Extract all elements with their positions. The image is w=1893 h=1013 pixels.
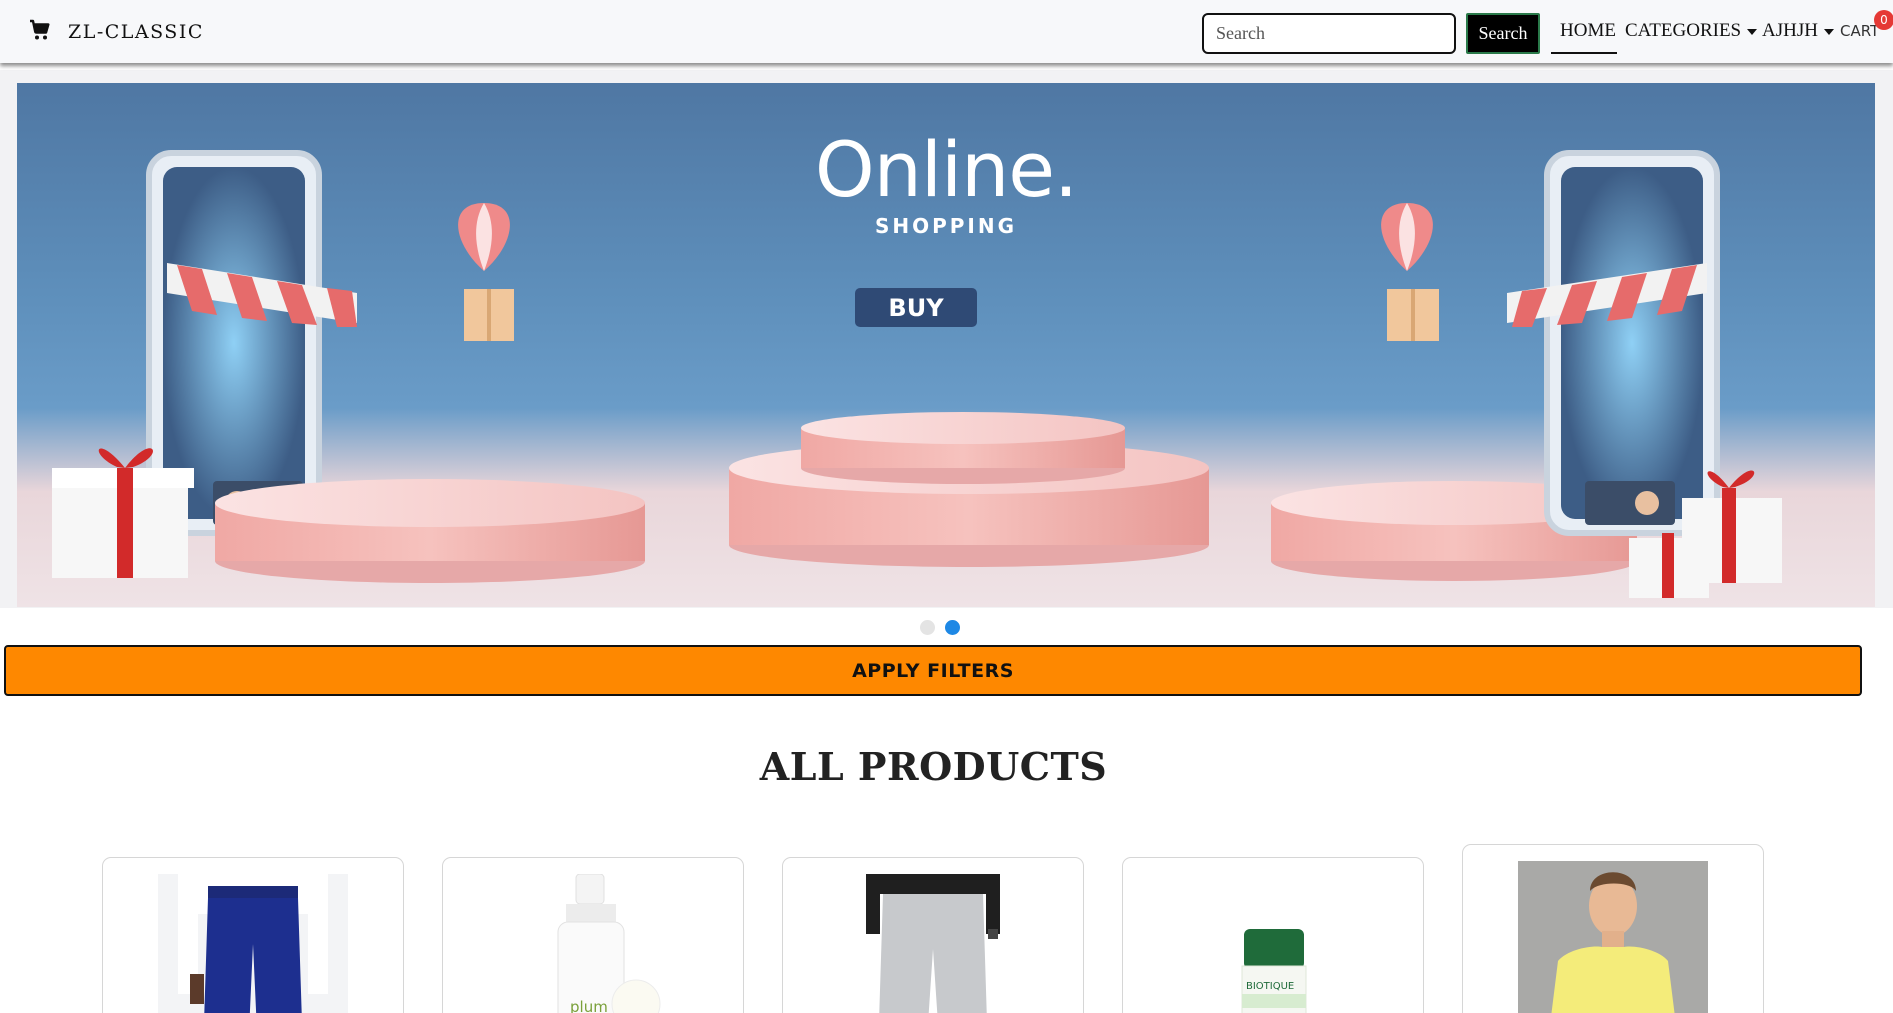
nav-categories-label: CATEGORIES	[1625, 20, 1742, 41]
podiums	[215, 412, 1637, 583]
product-image-green-bottle: BIOTIQUE GREEN APPLE	[1178, 874, 1368, 1013]
product-image-blue-trousers	[158, 874, 348, 1013]
cart-count-badge: 0	[1874, 10, 1893, 30]
nav-cart-link[interactable]: CART	[1840, 22, 1879, 40]
banner-subtitle: SHOPPING	[874, 214, 1018, 238]
banner-title: Online.	[814, 125, 1078, 214]
apply-filters-button[interactable]: APPLY FILTERS	[4, 645, 1862, 696]
nav-home[interactable]: HOME	[1560, 20, 1616, 42]
carousel-indicators	[920, 620, 960, 635]
svg-text:plum: plum	[570, 998, 608, 1013]
brand-name: ZL-CLASSIC	[68, 21, 204, 43]
search-input[interactable]	[1202, 13, 1456, 54]
nav-user-dropdown[interactable]: AJHJH	[1762, 20, 1834, 42]
caret-down-icon	[1747, 29, 1758, 35]
all-products-title: ALL PRODUCTS	[759, 744, 1108, 789]
product-image-grey-trousers	[838, 874, 1028, 1013]
nav-categories-dropdown[interactable]: CATEGORIES	[1625, 20, 1758, 42]
product-image-skincare-bottle: plum	[498, 874, 688, 1013]
carousel-dot-1[interactable]	[920, 620, 935, 635]
top-navbar: ZL-CLASSIC Search HOME CATEGORIES AJHJH …	[0, 0, 1893, 63]
hero-carousel: Online. SHOPPING BUY	[0, 70, 1893, 635]
carousel-dot-2[interactable]	[945, 620, 960, 635]
search-button[interactable]: Search	[1466, 13, 1540, 54]
nav-home-label: HOME	[1560, 20, 1616, 41]
product-card[interactable]: plum	[442, 857, 744, 1013]
brand-link[interactable]: ZL-CLASSIC	[28, 18, 204, 46]
product-card[interactable]: BIOTIQUE GREEN APPLE	[1122, 857, 1424, 1013]
svg-text:BIOTIQUE: BIOTIQUE	[1246, 981, 1294, 992]
active-nav-underline	[1551, 52, 1617, 54]
product-card[interactable]	[1462, 844, 1764, 1013]
product-card[interactable]	[782, 857, 1084, 1013]
product-card[interactable]	[102, 857, 404, 1013]
product-image-yellow-tshirt	[1518, 861, 1708, 1013]
banner-buy-button[interactable]: BUY	[855, 288, 977, 327]
caret-down-icon	[1823, 29, 1834, 35]
carousel-slide[interactable]: Online. SHOPPING BUY	[17, 83, 1875, 607]
nav-user-label: AJHJH	[1762, 20, 1818, 41]
cart-icon	[28, 18, 52, 46]
